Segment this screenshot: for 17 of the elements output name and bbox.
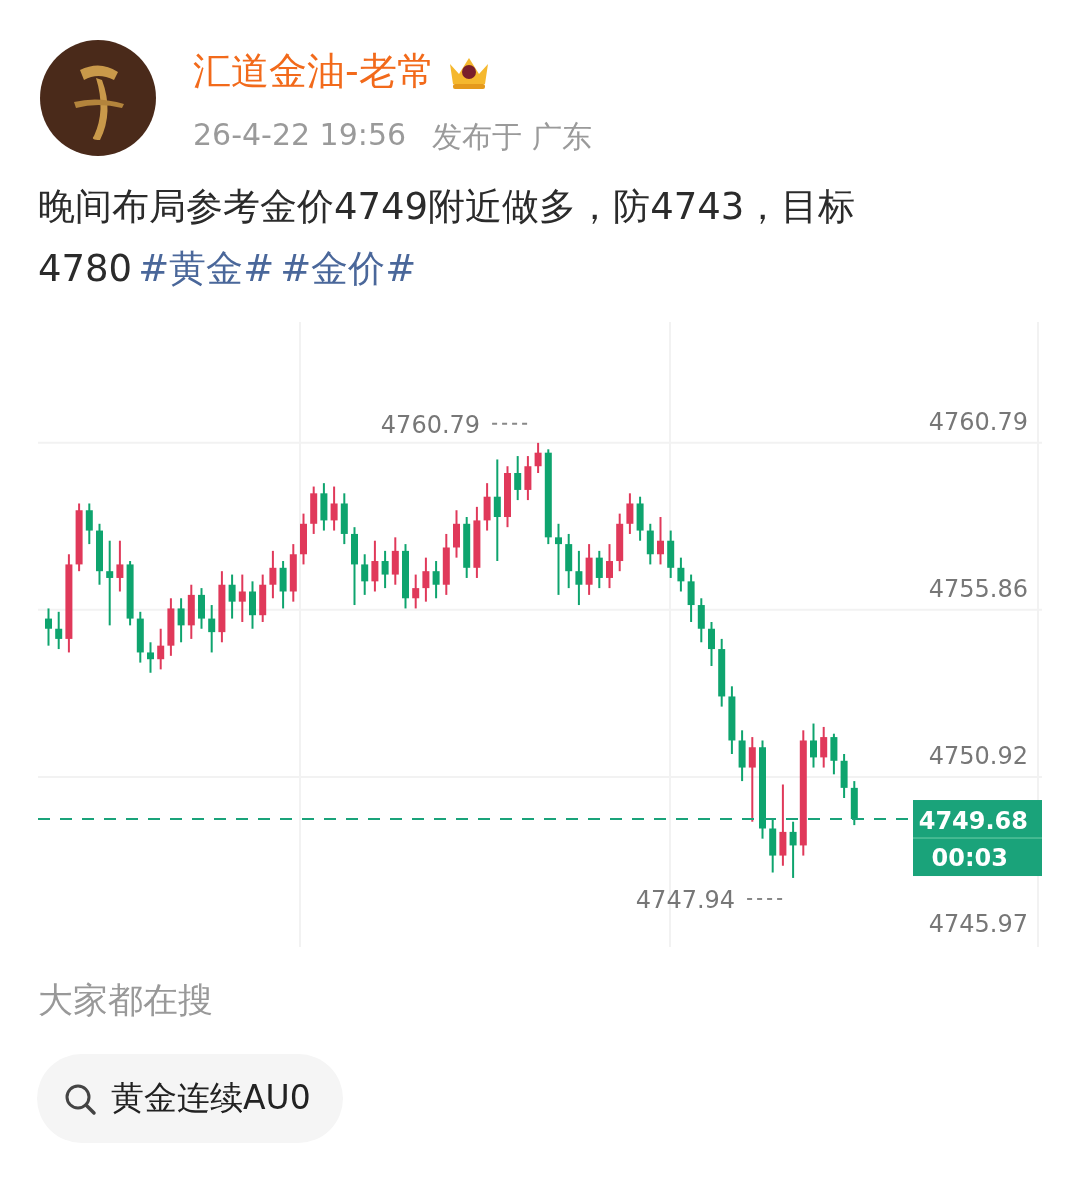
post-time: 26-4-22 19:56 <box>193 117 407 154</box>
post-location: 发布于 广东 <box>432 118 592 156</box>
topic-link[interactable]: #金价# <box>280 247 417 290</box>
axis-label: 4755.86 <box>928 574 1028 603</box>
axis-label: 4750.92 <box>928 742 1028 771</box>
axis-label: 4745.97 <box>928 909 1028 938</box>
author-name[interactable]: 汇道金油-老常 <box>193 46 435 97</box>
section-title: 大家都在搜 <box>38 979 214 1022</box>
avatar[interactable] <box>40 40 156 156</box>
price-annotation: 4760.79 <box>380 410 481 439</box>
topic-link[interactable]: #黄金# <box>138 247 275 290</box>
post-text: 晚间布局参考金价4749附近做多，防4743，目标4780 #黄金# #金价# <box>37 184 857 292</box>
price-badge: 4749.68 00:03 <box>912 800 1042 876</box>
search-suggestion[interactable]: 黄金连续AU0 <box>37 1054 343 1143</box>
ref-line-label: 4749.68 <box>918 807 1028 836</box>
price-annotation: 4747.94 <box>635 885 736 914</box>
axis-label: 4760.79 <box>928 407 1028 436</box>
